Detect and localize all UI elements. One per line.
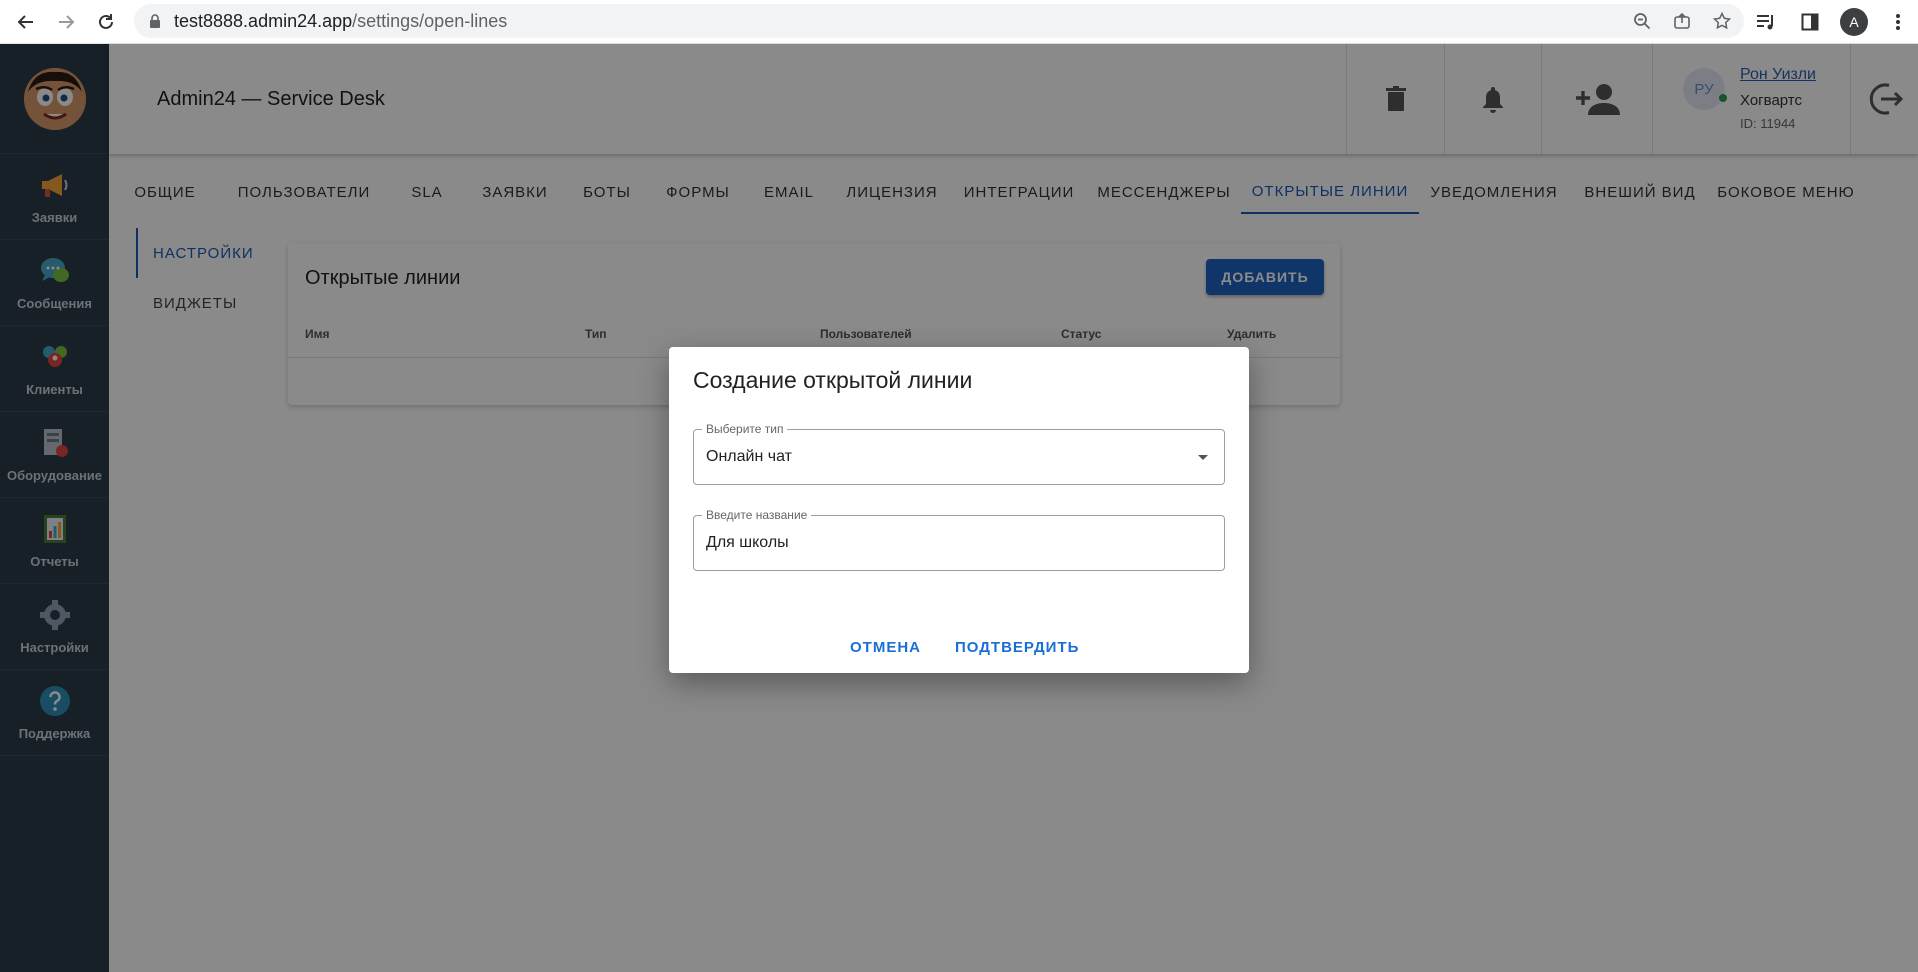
dropdown-caret-icon (1198, 455, 1208, 460)
confirm-button[interactable]: ПОДТВЕРДИТЬ (955, 639, 1079, 656)
reload-icon[interactable] (86, 2, 126, 42)
cancel-button[interactable]: ОТМЕНА (850, 639, 921, 656)
name-field[interactable]: Введите название Для школы (693, 508, 1225, 571)
url-path: /settings/open-lines (352, 10, 508, 31)
browser-profile-avatar[interactable]: A (1840, 8, 1868, 36)
back-arrow-icon[interactable] (6, 2, 46, 42)
lock-icon (148, 13, 162, 29)
bookmark-star-icon[interactable] (1710, 9, 1734, 33)
name-field-label: Введите название (702, 508, 812, 522)
address-bar[interactable]: test8888.admin24.app/settings/open-lines (134, 4, 1744, 38)
kebab-menu-icon[interactable] (1884, 8, 1912, 36)
name-field-value: Для школы (706, 534, 789, 551)
zoom-icon[interactable] (1630, 9, 1654, 33)
type-select[interactable]: Выберите тип Онлайн чат (693, 422, 1225, 485)
dialog-title: Создание открытой линии (693, 367, 973, 393)
create-open-line-dialog: Создание открытой линии Выберите тип Онл… (669, 347, 1249, 673)
share-icon[interactable] (1670, 9, 1694, 33)
browser-toolbar: test8888.admin24.app/settings/open-lines… (0, 0, 1918, 44)
side-panel-icon[interactable] (1796, 8, 1824, 36)
media-list-icon[interactable] (1752, 8, 1780, 36)
type-select-value: Онлайн чат (706, 448, 792, 465)
forward-arrow-icon[interactable] (46, 2, 86, 42)
url-host: test8888.admin24.app (174, 10, 353, 31)
type-select-label: Выберите тип (702, 422, 788, 436)
